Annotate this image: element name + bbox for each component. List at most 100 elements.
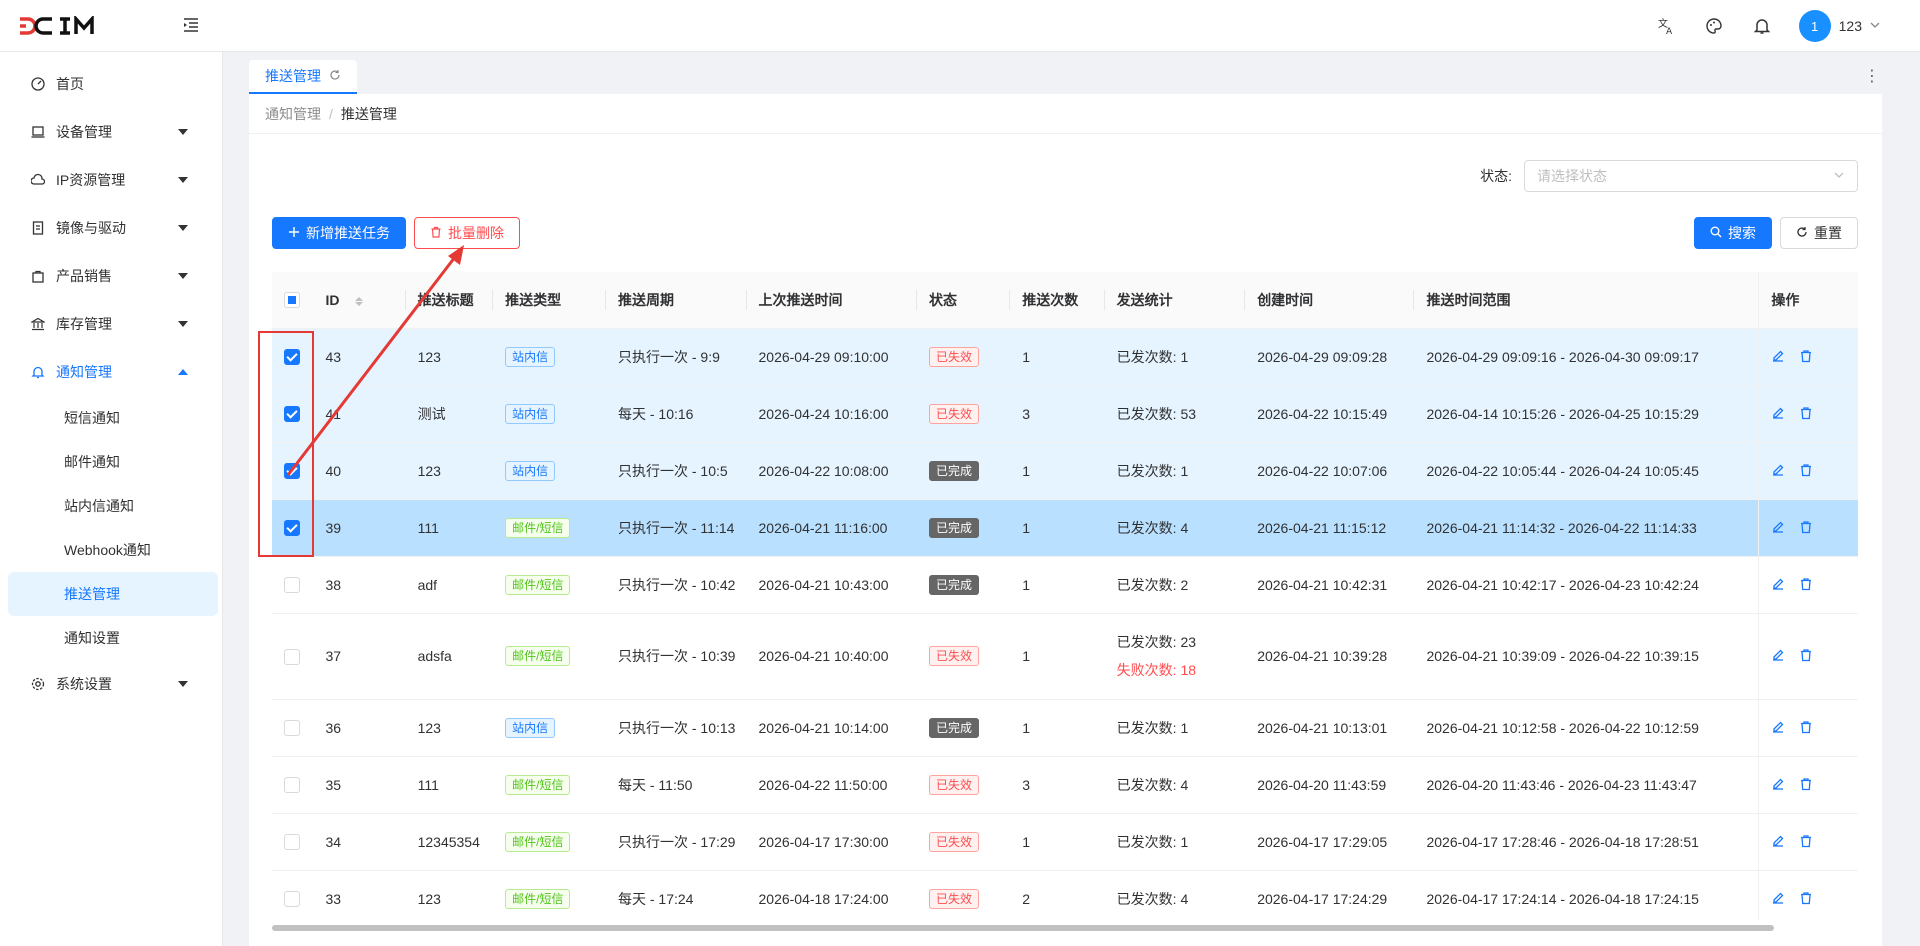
cell-last-push: 2026-04-21 11:16:00 xyxy=(746,499,917,557)
edit-icon[interactable] xyxy=(1771,520,1787,536)
status-select[interactable]: 请选择状态 xyxy=(1524,160,1858,192)
scrollbar-thumb[interactable] xyxy=(272,925,1774,931)
sidebar-item-push-management[interactable]: 推送管理 xyxy=(8,572,218,616)
sidebar-item-label: 产品销售 xyxy=(56,268,112,284)
row-checkbox[interactable] xyxy=(284,520,300,537)
delete-icon[interactable] xyxy=(1799,720,1815,736)
delete-icon[interactable] xyxy=(1799,520,1815,536)
select-all-checkbox[interactable] xyxy=(284,292,300,309)
tab-label: 推送管理 xyxy=(265,68,321,84)
column-header-actions: 操作 xyxy=(1758,272,1858,329)
row-checkbox[interactable] xyxy=(284,648,300,665)
sidebar-item-inventory[interactable]: 库存管理 xyxy=(0,300,222,348)
cell-created: 2026-04-21 10:13:01 xyxy=(1245,699,1415,757)
horizontal-scrollbar[interactable] xyxy=(272,924,1858,932)
tab-push-management[interactable]: 推送管理 xyxy=(249,60,357,94)
table-row[interactable]: 37 adsfa 邮件/短信 只执行一次 - 10:39 2026-04-21 10:4… xyxy=(272,613,1858,700)
sidebar-item-ip-resources[interactable]: IP资源管理 xyxy=(0,156,222,204)
delete-icon[interactable] xyxy=(1799,834,1815,850)
edit-icon[interactable] xyxy=(1771,406,1787,422)
edit-icon[interactable] xyxy=(1771,891,1787,907)
delete-icon[interactable] xyxy=(1799,463,1815,479)
sidebar-item-webhook[interactable]: Webhook通知 xyxy=(8,528,218,572)
top-header: 文A 1 123 xyxy=(0,0,1920,52)
delete-icon[interactable] xyxy=(1799,349,1815,365)
sidebar-item-notice-settings[interactable]: 通知设置 xyxy=(8,616,218,660)
translate-icon[interactable]: 文A xyxy=(1655,15,1677,37)
edit-icon[interactable] xyxy=(1771,463,1787,479)
cell-last-push: 2026-04-29 09:10:00 xyxy=(746,328,917,386)
table-row[interactable]: 41 测试 站内信 每天 - 10:16 2026-04-24 10:16:00 已失效 3… xyxy=(272,385,1858,443)
theme-palette-icon[interactable] xyxy=(1703,15,1725,37)
sort-icon[interactable] xyxy=(355,296,364,306)
status-badge: 已失效 xyxy=(928,774,979,795)
sidebar-item-home[interactable]: 首页 xyxy=(0,60,222,108)
type-tag: 邮件/短信 xyxy=(505,831,571,852)
edit-icon[interactable] xyxy=(1771,577,1787,593)
push-task-table: ID 推送标题 推送类型 推送周期 上次推送时间 状态 推送次数 发送统计 创建… xyxy=(272,272,1858,920)
row-select-cell xyxy=(272,385,314,443)
bell-notification-icon[interactable] xyxy=(1751,15,1773,37)
more-vertical-icon[interactable]: ⋮ xyxy=(1862,66,1882,86)
table-row[interactable]: 34 12345354 邮件/短信 只执行一次 - 17:29 2026-04-17 1… xyxy=(272,813,1858,871)
sidebar-item-system-settings[interactable]: 系统设置 xyxy=(0,660,222,708)
delete-icon[interactable] xyxy=(1799,891,1815,907)
sidebar-item-email-notice[interactable]: 邮件通知 xyxy=(8,440,218,484)
table-row[interactable]: 38 adf 邮件/短信 只执行一次 - 10:42 2026-04-21 10:43:… xyxy=(272,556,1858,614)
cell-stats: 已发次数: 1 xyxy=(1104,813,1246,871)
menu-fold-icon[interactable] xyxy=(181,15,203,37)
delete-icon[interactable] xyxy=(1799,406,1815,422)
sidebar-item-notifications[interactable]: 通知管理 xyxy=(0,348,222,396)
table-row[interactable]: 40 123 站内信 只执行一次 - 10:5 2026-04-22 10:08:00 已… xyxy=(272,442,1858,500)
delete-icon[interactable] xyxy=(1799,648,1815,664)
row-checkbox[interactable] xyxy=(284,891,300,908)
search-button[interactable]: 搜索 xyxy=(1694,217,1772,249)
status-badge: 已完成 xyxy=(928,717,979,738)
caret-down-icon xyxy=(178,321,188,327)
row-checkbox[interactable] xyxy=(284,777,300,794)
sidebar-item-site-message[interactable]: 站内信通知 xyxy=(8,484,218,528)
batch-delete-button[interactable]: 批量删除 xyxy=(414,217,520,249)
cell-last-push: 2026-04-21 10:43:00 xyxy=(746,556,917,614)
edit-icon[interactable] xyxy=(1771,648,1787,664)
table-row[interactable]: 39 111 邮件/短信 只执行一次 - 11:14 2026-04-21 11:16:… xyxy=(272,499,1858,557)
add-push-task-button[interactable]: 新增推送任务 xyxy=(272,217,406,249)
reset-button[interactable]: 重置 xyxy=(1780,217,1858,249)
cell-stats: 已发次数: 1 xyxy=(1104,442,1246,500)
column-header-type: 推送类型 xyxy=(493,272,606,329)
table-header-row: ID 推送标题 推送类型 推送周期 上次推送时间 状态 推送次数 发送统计 创建… xyxy=(272,272,1858,329)
sidebar-item-images-drivers[interactable]: 镜像与驱动 xyxy=(0,204,222,252)
cell-type: 邮件/短信 xyxy=(493,613,606,700)
row-checkbox[interactable] xyxy=(284,834,300,851)
column-header-id[interactable]: ID xyxy=(313,272,406,329)
table-row[interactable]: 33 123 邮件/短信 每天 - 17:24 2026-04-18 17:24:00 已… xyxy=(272,870,1858,920)
notifications-submenu: 短信通知 邮件通知 站内信通知 Webhook通知 推送管理 通知设置 xyxy=(0,396,222,660)
row-checkbox[interactable] xyxy=(284,577,300,594)
cell-created: 2026-04-21 10:39:28 xyxy=(1245,613,1415,700)
delete-icon[interactable] xyxy=(1799,577,1815,593)
cell-count: 1 xyxy=(1010,442,1105,500)
column-header-title: 推送标题 xyxy=(405,272,494,329)
breadcrumb-parent[interactable]: 通知管理 xyxy=(265,104,321,124)
cell-stats: 已发次数: 53 xyxy=(1104,385,1246,443)
table-row[interactable]: 35 111 邮件/短信 每天 - 11:50 2026-04-22 11:50:00 已… xyxy=(272,756,1858,814)
edit-icon[interactable] xyxy=(1771,834,1787,850)
row-checkbox[interactable] xyxy=(284,406,300,423)
row-checkbox[interactable] xyxy=(284,349,300,366)
row-checkbox[interactable] xyxy=(284,463,300,480)
cell-id: 34 xyxy=(313,813,406,871)
edit-icon[interactable] xyxy=(1771,720,1787,736)
table-row[interactable]: 36 123 站内信 只执行一次 - 10:13 2026-04-21 10:14:00… xyxy=(272,699,1858,757)
sidebar-item-sms-notice[interactable]: 短信通知 xyxy=(8,396,218,440)
delete-icon[interactable] xyxy=(1799,777,1815,793)
reload-icon[interactable] xyxy=(329,68,341,84)
sidebar-item-product-sales[interactable]: 产品销售 xyxy=(0,252,222,300)
sidebar-item-devices[interactable]: 设备管理 xyxy=(0,108,222,156)
table-row[interactable]: 43 123 站内信 只执行一次 - 9:9 2026-04-29 09:10:00 已失… xyxy=(272,328,1858,386)
cell-range: 2026-04-14 10:15:26 - 2026-04-25 10:15:2… xyxy=(1414,385,1759,443)
row-checkbox[interactable] xyxy=(284,720,300,737)
edit-icon[interactable] xyxy=(1771,349,1787,365)
cell-range: 2026-04-21 11:14:32 - 2026-04-22 11:14:3… xyxy=(1414,499,1759,557)
edit-icon[interactable] xyxy=(1771,777,1787,793)
user-menu[interactable]: 1 123 xyxy=(1798,10,1880,42)
